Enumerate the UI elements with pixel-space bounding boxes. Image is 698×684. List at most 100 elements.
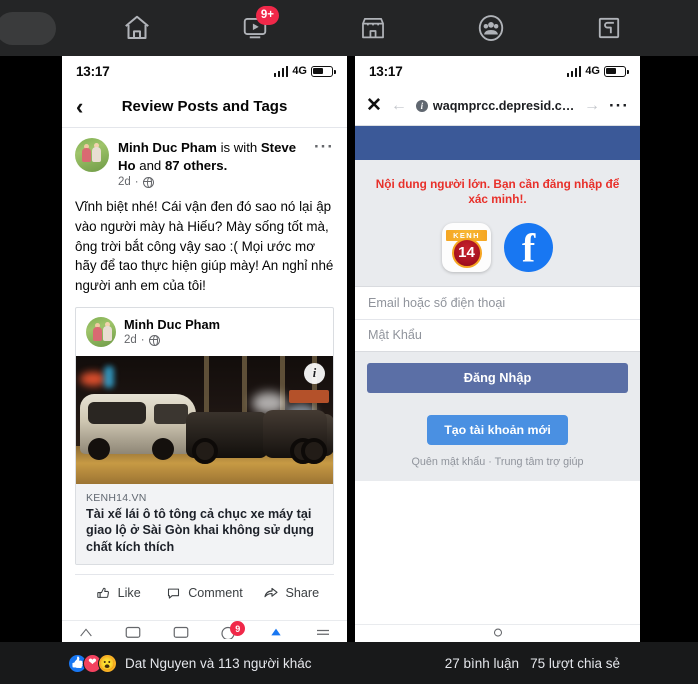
create-account-button[interactable]: Tạo tài khoản mới [427,414,568,445]
shared-author-avatar[interactable] [86,316,116,347]
bottom-nav-menu[interactable] [300,625,348,639]
left-phone-screenshot: 13:17 4G ‹ Review Posts and Tags Minh Du… [62,56,347,642]
reaction-icons-group[interactable]: Dat Nguyen và 113 người khác [68,653,312,673]
separator-dot: · [134,176,139,189]
browser-menu-icon[interactable]: ··· [609,97,629,114]
shared-timestamp-row: 2d · [124,334,220,346]
post-timestamp-row: 2d · [118,176,314,188]
home-icon [122,13,152,43]
comment-bubble-icon [166,586,181,601]
facebook-f-letter: f [521,225,536,271]
marketplace-store-icon [359,14,387,42]
nav-item-marketplace[interactable] [351,6,395,50]
forward-arrow-icon[interactable]: → [584,97,600,115]
post-and-text: and [135,157,165,173]
post-container: Minh Duc Pham is with Steve Ho and 87 ot… [62,128,347,642]
left-status-bar: 13:17 4G [62,56,347,86]
right-status-bar: 13:17 4G [355,56,640,86]
nav-item-watch[interactable]: 9+ [233,6,279,50]
login-button[interactable]: Đăng Nhập [367,362,628,393]
battery-icon [604,65,629,77]
login-form: Email hoặc số điện thoại Mật Khẩu [355,285,640,352]
forgot-password-link[interactable]: Quên mật khẩu [411,456,485,468]
help-links-row: Quên mật khẩu · Trung tâm trợ giúp [355,456,640,468]
notifications-badge: 9 [230,621,246,636]
post-author-name[interactable]: Minh Duc Pham [118,140,217,155]
post-others-count[interactable]: 87 others. [165,158,227,173]
engagement-counts: 27 bình luận 75 lượt chia sẻ [445,656,620,671]
network-type-label: 4G [585,65,600,77]
back-arrow-icon[interactable]: ← [391,97,407,115]
password-placeholder-text: Mật Khẩu [368,328,422,343]
left-bottom-navbar: 9 [62,620,347,642]
post-attribution-line: Minh Duc Pham is with Steve Ho and 87 ot… [118,139,314,174]
globe-privacy-icon [148,334,160,347]
nav-item-gaming[interactable] [587,6,631,50]
nav-icon-group: 9+ [56,0,698,56]
post-timestamp: 2d [118,176,131,189]
post-with-text: is with [216,140,261,155]
globe-privacy-icon [142,176,154,188]
like-label: Like [117,586,141,601]
kenh14-number: 14 [458,244,475,262]
post-header: Minh Duc Pham is with Steve Ho and 87 ot… [75,138,334,188]
reaction-wow-icon [98,653,117,673]
gaming-icon [596,15,622,41]
network-type-label: 4G [292,65,307,77]
search-pill[interactable] [0,11,56,45]
post-options-menu-icon[interactable]: ··· [314,138,334,155]
kenh14-logo-icon: KENH 14 [442,222,491,272]
groups-people-icon [476,13,506,43]
shared-post-header: Minh Duc Pham 2d · [76,308,333,356]
url-text: waqmprcc.depresid.com [432,98,576,113]
bottom-nav-watch[interactable] [110,625,158,639]
info-badge-icon[interactable]: i [304,362,325,384]
url-display[interactable]: i waqmprcc.depresid.com [415,98,576,113]
like-button[interactable]: Like [75,586,161,601]
battery-icon [311,65,336,77]
bottom-nav-notifications[interactable]: 9 [205,621,253,639]
email-field[interactable]: Email hoặc số điện thoại [355,287,640,319]
share-button[interactable]: Share [248,585,334,601]
author-avatar[interactable] [75,138,109,172]
thumbs-up-icon [96,586,111,601]
close-icon[interactable]: ✕ [366,96,382,115]
article-thumbnail-photo[interactable]: i [76,355,333,484]
password-field[interactable]: Mật Khẩu [355,318,640,351]
nav-item-groups[interactable] [469,6,513,50]
article-headline: Tài xế lái ô tô tông cả chục xe máy tại … [86,506,314,554]
comment-button[interactable]: Comment [161,586,247,601]
shared-timestamp: 2d [124,334,137,347]
nav-item-home[interactable] [115,6,159,50]
in-app-browser-bar: ✕ ← i waqmprcc.depresid.com → ··· [355,86,640,126]
shared-author-name[interactable]: Minh Duc Pham [124,317,220,332]
watch-unread-badge: 9+ [255,6,279,25]
status-time: 13:17 [369,63,403,79]
article-domain: KENH14.VN [86,491,147,504]
bottom-nav-marketplace[interactable] [157,625,205,639]
share-arrow-icon [263,585,279,601]
facebook-top-navbar: 9+ [0,0,698,56]
logo-row: KENH 14 f [355,222,640,286]
back-chevron-icon[interactable]: ‹ [76,95,83,118]
email-placeholder-text: Email hoặc số điện thoại [368,295,506,310]
bottom-nav-profile[interactable] [252,625,300,639]
signal-strength-icon [273,65,289,77]
review-posts-header: ‹ Review Posts and Tags [62,86,347,128]
article-link-meta[interactable]: KENH14.VN Tài xế lái ô tô tông cả chục x… [76,483,333,565]
bottom-nav-home[interactable] [62,625,110,639]
reaction-summary-text[interactable]: Dat Nguyen và 113 người khác [125,656,312,671]
site-info-icon[interactable]: i [415,99,428,112]
post-engagement-footer: Dat Nguyen và 113 người khác 27 bình luậ… [0,642,698,684]
separator-dot: · [140,334,145,347]
share-count[interactable]: 75 lượt chia sẻ [530,656,620,671]
help-center-link[interactable]: Trung tâm trợ giúp [495,456,584,468]
bottom-nav-dot-icon[interactable] [491,625,505,643]
comment-count[interactable]: 27 bình luận [445,656,519,671]
shared-post-card[interactable]: Minh Duc Pham 2d · i KENH14.VN Tài xế lá… [75,306,334,566]
adult-content-warning: Nội dung người lớn. Bạn cần đăng nhập để… [375,177,620,207]
share-label: Share [285,586,320,601]
kenh14-number-badge: 14 [451,237,482,268]
help-separator: · [485,455,495,468]
right-phone-screenshot: 13:17 4G ✕ ← i waqmprcc.depresid.com → ·… [355,56,640,642]
